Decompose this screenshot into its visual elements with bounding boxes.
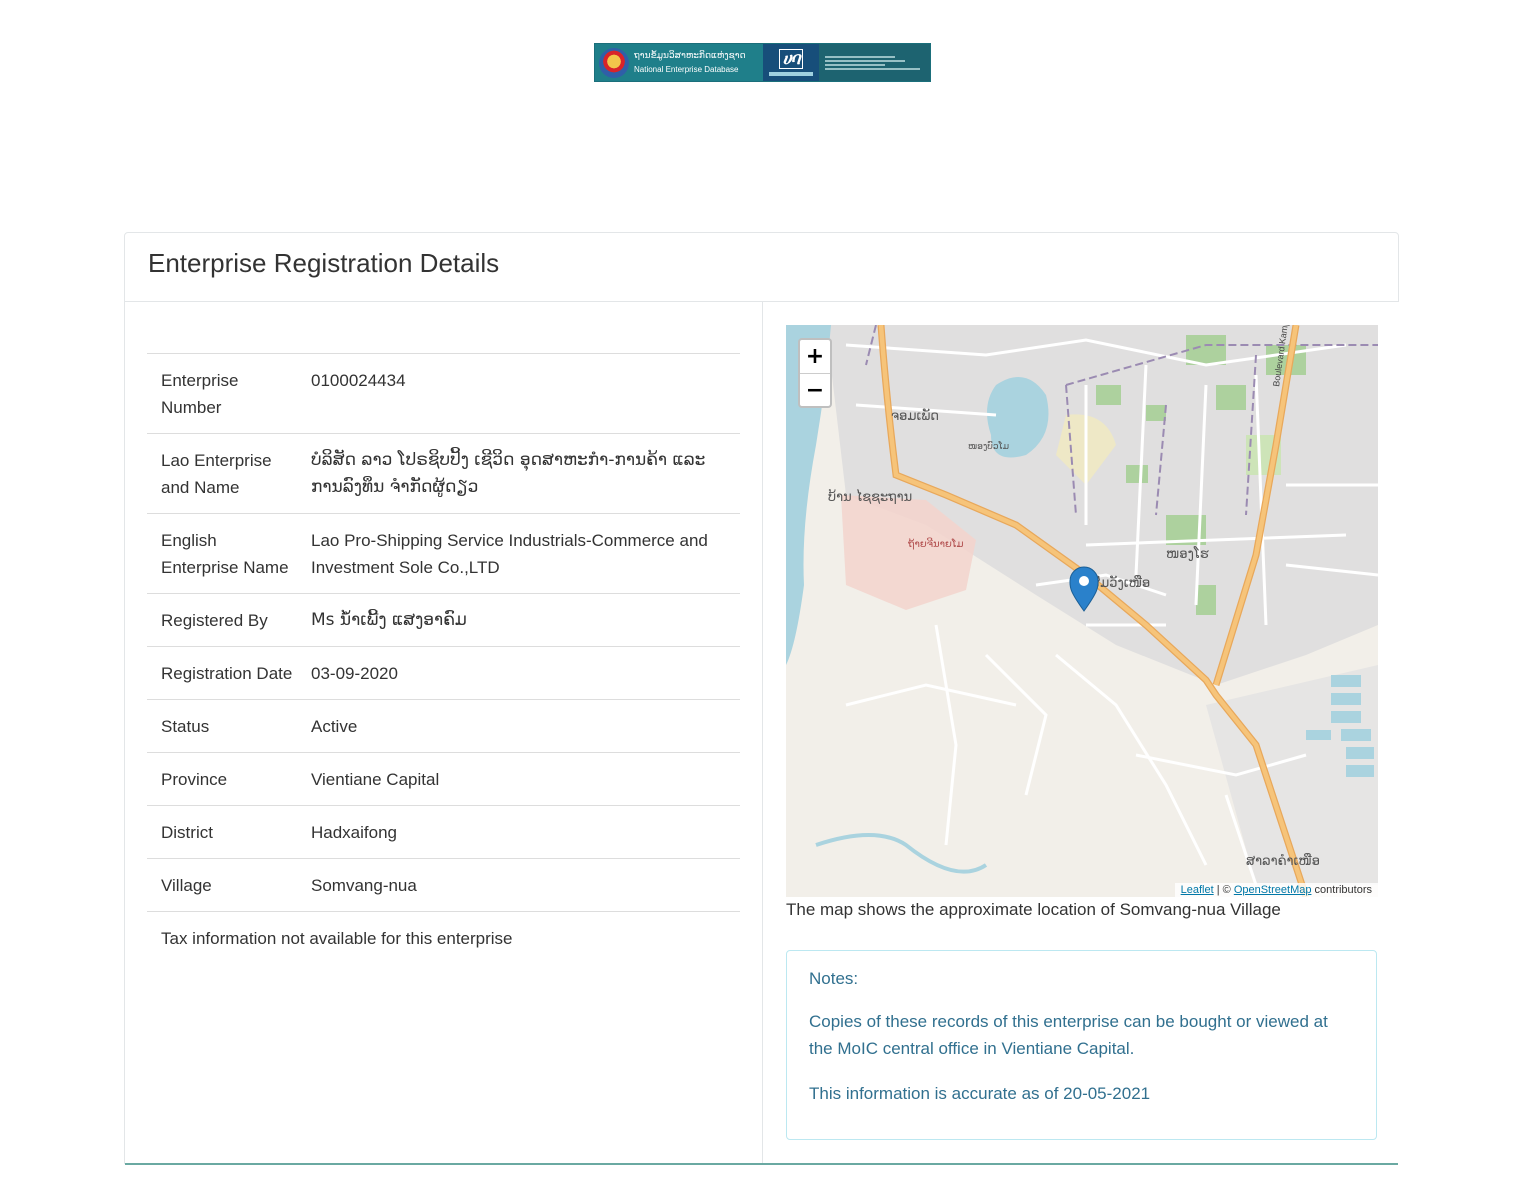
attribution-separator: | © [1213,884,1234,896]
map-label-nonghor: ໜອງໂຮ [1166,547,1209,562]
attribution-suffix: contributors [1311,884,1372,896]
banner-left: ຖານຂໍ້ມູນວິສາຫະກິດແຫ່ງຊາດ National Enter… [595,44,763,81]
table-row: Lao Enterprise and Name ບໍລິສັດ ລາວ ໂປຣຊິ… [147,433,740,514]
notes-accuracy-text: This information is accurate as of 20-05… [809,1084,1151,1103]
notes-copies-text: Copies of these records of this enterpri… [809,1012,1328,1058]
row-label: Registered By [147,593,301,647]
tax-info-row: Tax information not available for this e… [147,911,740,964]
row-value: Lao Pro-Shipping Service Industrials-Com… [301,513,740,594]
panel-heading: Enterprise Registration Details [124,232,1399,302]
notes-title: Notes: [809,969,859,988]
row-label: Province [147,752,301,806]
page-title: Enterprise Registration Details [148,248,500,278]
row-value: Somvang-nua [301,858,740,912]
map-label-nongbua: ໜອງບົວໂມ [968,441,1009,452]
details-column: Enterprise Number 0100024434 Lao Enterpris… [125,302,763,1164]
row-value: ບໍລິສັດ ລາວ ໂປຣຊິບປິ້ງ ເຊີວິດ ອຸດສາຫະກຳ-… [301,433,740,514]
row-label: Lao Enterprise and Name [147,433,301,514]
lao-emblem-icon [599,47,629,78]
row-label: District [147,805,301,859]
zoom-in-button[interactable]: + [800,340,830,374]
site-banner-logo[interactable]: ຖານຂໍ້ມູນວິສາຫະກິດແຫ່ງຊາດ National Enter… [594,43,931,82]
row-label: Village [147,858,301,912]
map-label-tomb: ຖ້າຍຈີນາຍໂມ [908,537,963,550]
map-label-salakham: ສາລາຄຳເໜືອ [1246,853,1320,869]
row-value: 0100024434 [301,353,740,434]
ministry-logo-icon: ሀባ [763,44,819,81]
map-label-xaysathan: ບ້ານ ໄຊຊະຖານ [828,489,912,505]
row-value: Vientiane Capital [301,752,740,806]
table-row: Registration Date 03-09-2020 [147,646,740,700]
row-label: Status [147,699,301,753]
map-tiles[interactable]: ຈອມເພັດ ບ້ານ ໄຊຊະຖານ ໜອງໂຮ ສົມວັງເໜືອ ສາ… [786,325,1378,897]
banner-ministry-lines [819,44,930,81]
details-table: Enterprise Number 0100024434 Lao Enterpris… [147,353,740,964]
location-map[interactable]: ຈອມເພັດ ບ້ານ ໄຊຊະຖານ ໜອງໂຮ ສົມວັງເໜືອ ສາ… [786,325,1378,897]
table-row: Registered By Ms ນ້ຳເພີ້ງ ແສງອາຄົມ [147,593,740,647]
openstreetmap-link[interactable]: OpenStreetMap [1234,884,1312,896]
banner-lao-title: ຖານຂໍ້ມູນວິສາຫະກິດແຫ່ງຊາດ [634,50,746,61]
table-row: Province Vientiane Capital [147,752,740,806]
table-row: Status Active [147,699,740,753]
panel-body: Enterprise Number 0100024434 Lao Enterpris… [124,302,1399,1164]
row-value: Hadxaifong [301,805,740,859]
table-row: Village Somvang-nua [147,858,740,912]
row-label: Registration Date [147,646,301,700]
map-label-chomphet: ຈອມເພັດ [891,409,939,424]
leaflet-link[interactable]: Leaflet [1181,884,1214,896]
row-value: 03-09-2020 [301,646,740,700]
tax-info-note: Tax information not available for this e… [147,911,740,964]
logo-mark: ሀባ [778,49,804,69]
row-value: Ms ນ້ຳເພີ້ງ ແສງອາຄົມ [301,593,740,647]
table-row: English Enterprise Name Lao Pro-Shipping … [147,513,740,594]
table-row: Enterprise Number 0100024434 [147,353,740,434]
panel-bottom-rule [125,1163,1398,1165]
map-attribution: Leaflet | © OpenStreetMap contributors [1174,883,1378,897]
zoom-control: + − [798,338,832,408]
map-label-somvang: ສົມວັງເໜືອ [1091,575,1150,591]
zoom-out-button[interactable]: − [800,374,830,407]
row-label: English Enterprise Name [147,513,301,594]
notes-box: Notes: Copies of these records of this e… [786,950,1377,1140]
table-row: District Hadxaifong [147,805,740,859]
row-label: Enterprise Number [147,353,301,434]
row-value: Active [301,699,740,753]
banner-english-title: National Enterprise Database [634,64,739,74]
map-caption: The map shows the approximate location o… [786,900,1281,919]
